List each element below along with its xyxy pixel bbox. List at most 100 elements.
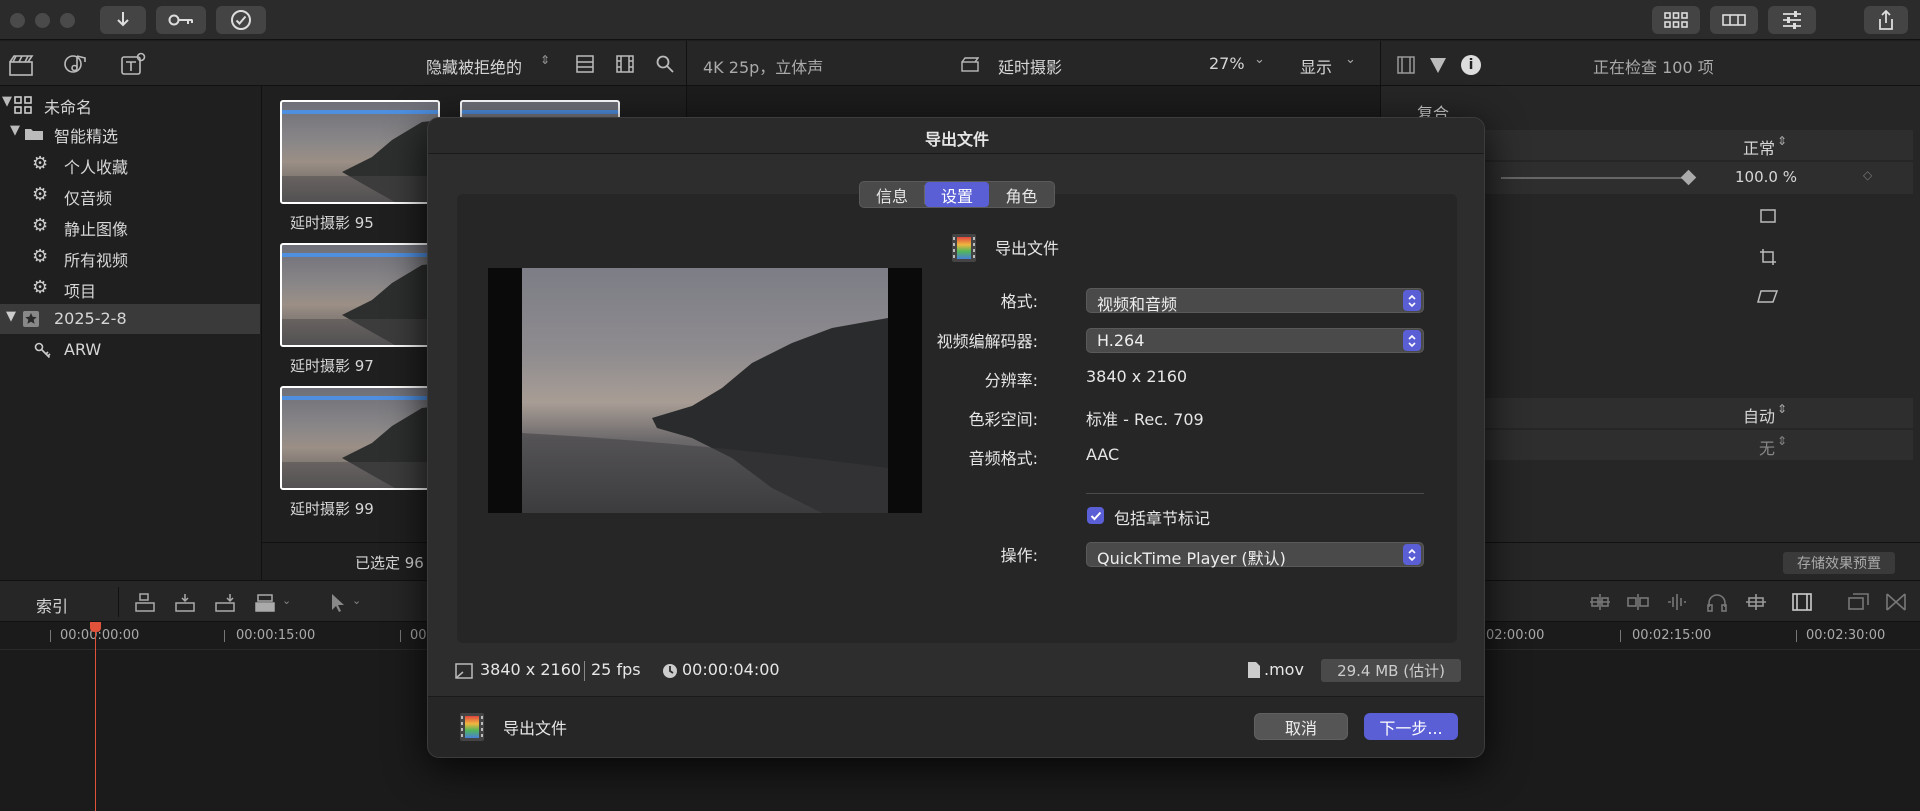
library-item-stills[interactable]: ⚙ 静止图像	[0, 212, 262, 240]
library-item-audio-only[interactable]: ⚙ 仅音频	[0, 181, 262, 209]
library-item-label: 2025-2-8	[54, 309, 127, 328]
landscape-image	[282, 120, 438, 202]
clip-name: 延时摄影 97	[290, 357, 374, 375]
library-item-unnamed[interactable]: ▼ 未命名	[0, 90, 262, 118]
opacity-slider[interactable]	[1501, 177, 1691, 179]
library-item-label: ARW	[64, 340, 102, 359]
list-view-icon[interactable]	[576, 55, 594, 73]
library-item-smart-collections[interactable]: ▼ 智能精选	[0, 119, 262, 147]
keyword-editor-button[interactable]	[156, 6, 206, 34]
insert-clip-icon[interactable]	[174, 593, 196, 613]
append-clip-icon[interactable]	[214, 593, 236, 613]
solo-icon[interactable]	[1744, 593, 1768, 611]
inspector-toggle-button[interactable]	[1768, 6, 1816, 34]
import-button[interactable]	[100, 6, 146, 34]
keyframe-icon[interactable]: ◇	[1863, 168, 1872, 182]
none-popup[interactable]: 无	[1759, 435, 1775, 459]
distort-icon[interactable]	[1757, 288, 1779, 304]
export-destination-name: 导出文件	[995, 239, 1060, 258]
clip-thumbnail[interactable]	[280, 100, 440, 204]
info-icon[interactable]: i	[1461, 55, 1481, 75]
search-icon[interactable]	[656, 55, 674, 73]
filter-icon[interactable]	[1429, 56, 1447, 74]
library-item-arw[interactable]: ARW	[0, 336, 262, 364]
connect-clip-icon[interactable]	[134, 593, 156, 613]
filmstrip-icon[interactable]	[1397, 56, 1415, 74]
zoom-window-button[interactable]	[60, 13, 75, 28]
next-button[interactable]: 下一步...	[1364, 713, 1458, 740]
chapter-markers-label[interactable]: 包括章节标记	[1114, 505, 1210, 529]
action-select[interactable]: QuickTime Player (默认)	[1086, 542, 1424, 568]
tab-settings[interactable]: 设置	[925, 182, 989, 207]
library-item-label: 静止图像	[64, 220, 129, 239]
overwrite-clip-icon[interactable]	[254, 593, 276, 613]
ruler-timecode: 02:00:00	[1486, 628, 1545, 643]
display-popup[interactable]: 显示	[1300, 54, 1332, 78]
library-item-label: 仅音频	[64, 189, 113, 208]
disclosure-triangle-icon[interactable]: ▼	[6, 309, 16, 324]
color-space-label: 色彩空间:	[968, 410, 1038, 429]
timeline-toggle-button[interactable]	[1710, 6, 1758, 34]
inspector-header: i 正在检查 100 项	[1381, 41, 1920, 86]
minimize-window-button[interactable]	[35, 13, 50, 28]
library-item-label: 未命名	[44, 98, 93, 117]
estimated-size-badge: 29.4 MB (估计)	[1321, 659, 1461, 682]
audio-waveform-icon[interactable]	[1666, 593, 1690, 611]
index-button[interactable]: 索引	[36, 593, 68, 617]
video-codec-label: 视频编解码器:	[936, 332, 1038, 351]
clapper-icon[interactable]	[8, 53, 34, 77]
gear-icon: ⚙	[32, 184, 49, 205]
filmstrip-icon[interactable]	[616, 55, 634, 73]
effects-browser-icon[interactable]	[1848, 593, 1870, 611]
cancel-button[interactable]: 取消	[1254, 713, 1348, 740]
library-item-projects[interactable]: ⚙ 项目	[0, 274, 262, 302]
share-button[interactable]	[1864, 6, 1908, 34]
library-item-favorites[interactable]: ⚙ 个人收藏	[0, 150, 262, 178]
skimming-icon[interactable]	[1588, 593, 1612, 611]
library-item-event-2025-2-8[interactable]: ▼ 2025-2-8	[0, 304, 260, 334]
film-export-icon	[460, 713, 484, 741]
chevron-down-icon: ⌄	[1345, 52, 1356, 67]
music-photos-icon[interactable]	[63, 52, 89, 76]
transform-icon[interactable]	[1759, 208, 1777, 224]
close-window-button[interactable]	[10, 13, 25, 28]
browser-toggle-button[interactable]	[1652, 6, 1700, 34]
headphones-icon[interactable]	[1706, 593, 1728, 613]
chapter-markers-checkbox[interactable]	[1087, 507, 1104, 524]
save-effects-preset-button[interactable]: 存储效果预置	[1783, 552, 1895, 574]
clapper-icon	[961, 57, 979, 72]
gear-icon: ⚙	[32, 277, 49, 298]
export-dialog: 导出文件 信息 设置 角色 导出文件 格式: 视频和音频 视频编解码器: H.2…	[427, 117, 1485, 758]
disclosure-triangle-icon[interactable]: ▼	[2, 94, 12, 109]
titles-icon[interactable]	[120, 52, 146, 76]
filter-popup[interactable]: 隐藏被拒绝的	[426, 54, 522, 78]
background-tasks-button[interactable]	[216, 6, 266, 34]
resolution-value: 3840 x 2160	[1086, 367, 1188, 386]
checkmark-circle-icon	[231, 10, 251, 30]
playhead-handle[interactable]	[90, 622, 101, 632]
video-codec-select[interactable]: H.264	[1086, 328, 1424, 353]
tab-roles[interactable]: 角色	[989, 182, 1054, 207]
clip-appearance-icon[interactable]	[1792, 593, 1812, 611]
select-tool-icon[interactable]	[330, 593, 346, 613]
clip-name: 延时摄影 99	[290, 500, 374, 518]
transitions-icon[interactable]	[1886, 593, 1906, 611]
playhead[interactable]	[95, 622, 96, 811]
blend-mode-popup[interactable]: 正常	[1743, 135, 1775, 159]
film-export-icon	[952, 234, 976, 262]
snapping-icon[interactable]	[1626, 593, 1650, 611]
clip-thumbnail[interactable]	[280, 386, 440, 490]
ruler-timecode: 00:00:15:00	[236, 628, 316, 643]
tab-info[interactable]: 信息	[860, 182, 924, 207]
library-item-all-video[interactable]: ⚙ 所有视频	[0, 243, 262, 271]
chevron-down-icon[interactable]: ⌄	[352, 594, 361, 607]
format-select[interactable]: 视频和音频	[1086, 288, 1424, 314]
library-item-label: 个人收藏	[64, 158, 129, 177]
opacity-value[interactable]: 100.0 %	[1735, 168, 1797, 186]
auto-popup[interactable]: 自动	[1743, 403, 1775, 427]
clip-thumbnail[interactable]	[280, 243, 440, 347]
crop-icon[interactable]	[1759, 248, 1777, 266]
zoom-popup[interactable]: 27%	[1209, 54, 1245, 73]
chevron-down-icon[interactable]: ⌄	[282, 594, 291, 607]
disclosure-triangle-icon[interactable]: ▼	[10, 123, 20, 138]
